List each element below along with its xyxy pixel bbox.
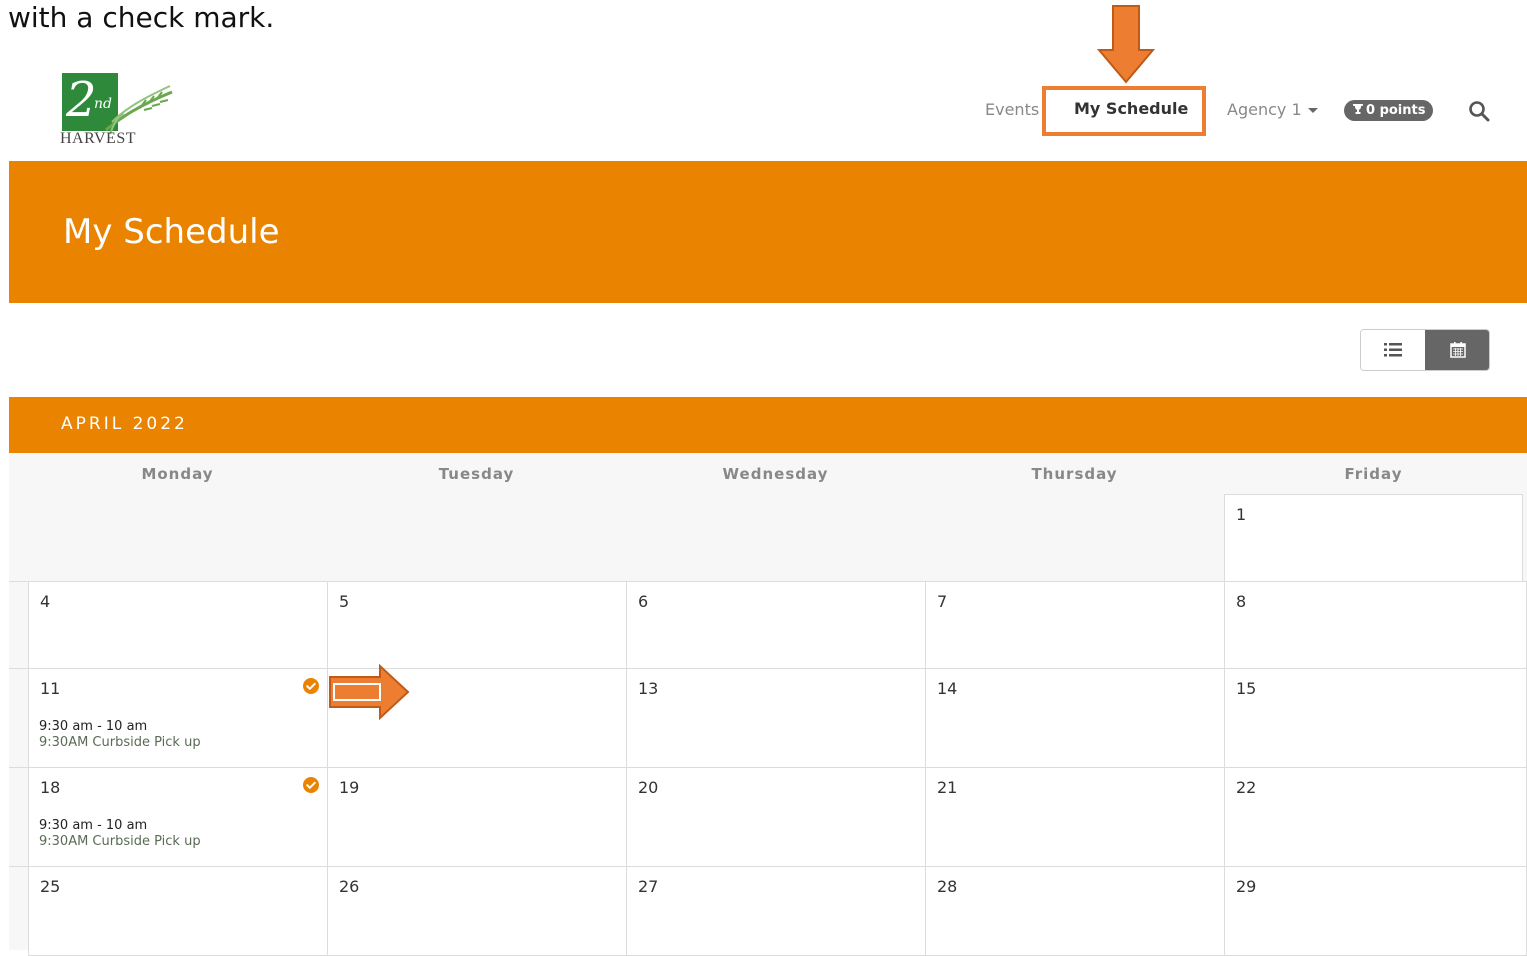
view-toggle [1360,329,1490,371]
day-cell-apr-18[interactable]: 18 9:30 am - 10 am 9:30AM Curbside Pick … [28,767,328,867]
annotation-down-arrow [1097,5,1155,84]
day-cell-apr-5[interactable]: 5 [327,581,627,669]
check-circle-icon [303,777,319,793]
list-view-button[interactable] [1361,330,1425,370]
day-number: 5 [339,592,350,611]
week-divider [9,767,28,768]
logo-number: 2 [66,72,97,128]
day-number: 18 [40,778,61,797]
day-number: 6 [638,592,649,611]
day-number: 21 [937,778,958,797]
day-cell-apr-8[interactable]: 8 [1224,581,1527,669]
check-circle-icon [303,678,319,694]
day-number: 4 [40,592,51,611]
logo-text: HARVEST [60,130,136,147]
day-number: 28 [937,877,958,896]
day-number: 19 [339,778,360,797]
day-number: 11 [40,679,61,698]
day-number: 15 [1236,679,1257,698]
day-number: 13 [638,679,659,698]
annotation-right-arrow [329,664,410,720]
weekday-tuesday: Tuesday [438,465,515,483]
day-number: 25 [40,877,61,896]
day-cell-apr-20[interactable]: 20 [626,767,926,867]
day-number: 20 [638,778,659,797]
search-icon[interactable] [1467,99,1491,123]
day-number: 26 [339,877,360,896]
day-cell-apr-7[interactable]: 7 [925,581,1225,669]
day-number: 14 [937,679,958,698]
day-cell-apr-28[interactable]: 28 [925,866,1225,956]
day-number: 29 [1236,877,1257,896]
caption-text: with a check mark. [8,1,275,34]
day-cell-apr-21[interactable]: 21 [925,767,1225,867]
day-number: 7 [937,592,948,611]
day-number: 27 [638,877,659,896]
weekday-wednesday: Wednesday [722,465,829,483]
day-cell-apr-19[interactable]: 19 [327,767,627,867]
nav-events-link[interactable]: Events [985,100,1039,119]
agency-dropdown-label: Agency 1 [1227,100,1302,119]
calendar-view-button[interactable] [1425,330,1489,370]
harvest-logo[interactable]: 2 nd HARVEST [60,70,176,152]
agency-dropdown[interactable]: Agency 1 [1227,100,1318,119]
week-divider [9,668,28,669]
day-cell-apr-14[interactable]: 14 [925,668,1225,768]
event-name[interactable]: 9:30AM Curbside Pick up [39,834,201,849]
event-time[interactable]: 9:30 am - 10 am [39,818,147,833]
day-cell-apr-29[interactable]: 29 [1224,866,1527,956]
page-title: My Schedule [63,212,280,252]
day-cell-apr-6[interactable]: 6 [626,581,926,669]
day-cell-apr-11[interactable]: 11 9:30 am - 10 am 9:30AM Curbside Pick … [28,668,328,768]
month-header [9,397,1527,453]
day-number: 1 [1236,505,1247,524]
calendar-icon [1450,342,1466,358]
day-number: 8 [1236,592,1247,611]
caret-down-icon [1307,108,1318,113]
points-label: 0 points [1366,103,1426,118]
weekday-friday: Friday [1344,465,1403,483]
trophy-icon [1353,104,1363,114]
weekday-monday: Monday [141,465,214,483]
day-cell-apr-22[interactable]: 22 [1224,767,1527,867]
day-cell-apr-13[interactable]: 13 [626,668,926,768]
month-label: APRIL 2022 [61,414,188,434]
day-number: 22 [1236,778,1257,797]
day-cell-apr-27[interactable]: 27 [626,866,926,956]
week-divider [9,581,28,582]
week-divider [9,866,28,867]
wheat-icon [105,85,173,135]
day-cell-apr-1[interactable]: 1 [1224,494,1523,582]
weekday-thursday: Thursday [1031,465,1118,483]
points-badge[interactable]: 0 points [1344,100,1434,121]
day-cell-apr-26[interactable]: 26 [327,866,627,956]
event-name[interactable]: 9:30AM Curbside Pick up [39,735,201,750]
day-cell-apr-4[interactable]: 4 [28,581,328,669]
day-cell-apr-25[interactable]: 25 [28,866,328,956]
list-icon [1384,343,1402,357]
event-time[interactable]: 9:30 am - 10 am [39,719,147,734]
day-cell-apr-15[interactable]: 15 [1224,668,1527,768]
nav-my-schedule-link[interactable]: My Schedule [1074,99,1188,118]
